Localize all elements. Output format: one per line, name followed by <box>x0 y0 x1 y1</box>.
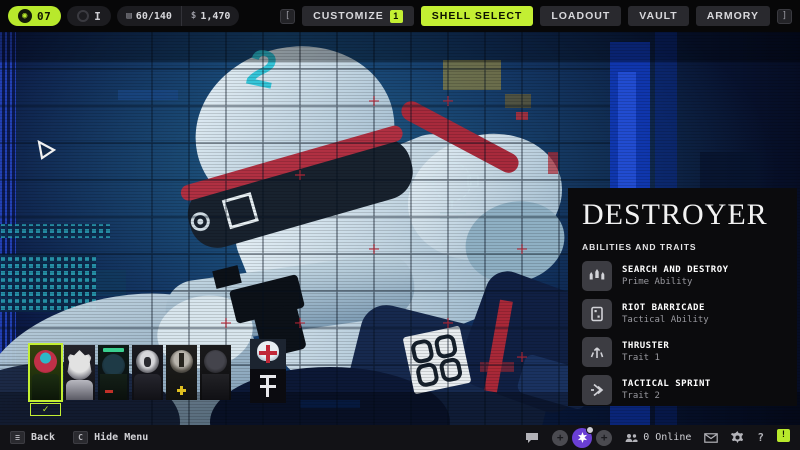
currency-group: ▤ 60/140 $ 1,470 <box>117 6 240 26</box>
hide-menu-label: Hide Menu <box>94 432 149 443</box>
shell-thumbnail-5[interactable] <box>166 345 197 400</box>
help-icon[interactable]: ? <box>757 431 764 444</box>
shell-thumbnail-list <box>28 343 231 402</box>
storage-value: 60/140 <box>135 10 172 22</box>
online-status-text: 0 Online <box>643 432 692 443</box>
credits-stat: $ 1,470 <box>180 6 240 26</box>
ability-row-prime[interactable]: SEARCH AND DESTROY Prime Ability <box>582 261 783 291</box>
bottom-bar: ≡ Back C Hide Menu + + 0 Online ? ! <box>0 425 800 450</box>
shell-thumbnail-2[interactable] <box>64 345 95 400</box>
shell-name-title: DESTROYER <box>582 198 768 231</box>
player-party-avatar[interactable] <box>572 425 595 448</box>
ability-row-trait1[interactable]: THRUSTER Trait 1 <box>582 337 783 367</box>
tab-vault[interactable]: VAULT <box>628 6 689 26</box>
abilities-section-title: ABILITIES AND TRAITS <box>582 242 697 252</box>
shell-thumbnail-4[interactable] <box>132 345 163 400</box>
shell-select-screen: 2 ◉ 07 I ▤ 60/140 $ 1,470 [CUSTOMIZE 1 … <box>0 0 800 450</box>
rank-progress-icon <box>77 10 90 22</box>
chat-icon[interactable] <box>525 432 539 444</box>
barricade-icon <box>582 299 612 329</box>
shell-thumbnail-6[interactable] <box>200 345 231 400</box>
tab-shell-select[interactable]: SHELL SELECT <box>420 6 534 26</box>
ability-name: RIOT BARRICADE <box>622 303 705 313</box>
ability-row-tactical[interactable]: RIOT BARRICADE Tactical Ability <box>582 299 783 329</box>
tab-armory[interactable]: ARMORY <box>695 6 770 26</box>
hide-menu-button[interactable]: C Hide Menu <box>73 431 148 444</box>
tab-vault-label: VAULT <box>639 10 678 22</box>
ability-row-trait2[interactable]: TACTICAL SPRINT Trait 2 <box>582 375 783 405</box>
storage-icon: ▤ <box>126 11 132 21</box>
tab-loadout-label: LOADOUT <box>551 10 611 22</box>
party-widget: + + <box>552 425 613 448</box>
shell-thumbnail-7[interactable] <box>250 339 286 403</box>
ability-type: Trait 2 <box>622 391 660 401</box>
players-icon <box>625 433 638 442</box>
game-logo-icon: ◉ <box>18 9 32 23</box>
party-status-badge <box>586 425 595 434</box>
ability-name: THRUSTER <box>622 341 670 351</box>
hide-menu-key-icon: C <box>73 431 89 444</box>
tab-customize-label: CUSTOMIZE <box>313 10 384 22</box>
credits-icon: $ <box>190 11 197 21</box>
mail-icon[interactable] <box>704 432 719 443</box>
storage-stat: ▤ 60/140 <box>117 6 181 26</box>
back-label: Back <box>31 432 56 443</box>
tab-shell-select-label: SHELL SELECT <box>431 10 523 22</box>
online-counter: 0 Online <box>625 432 691 443</box>
alert-badge[interactable]: ! <box>777 428 790 442</box>
rank-badge[interactable]: I <box>67 6 112 26</box>
tab-armory-label: ARMORY <box>706 10 759 22</box>
ability-name: SEARCH AND DESTROY <box>622 265 729 275</box>
credits-value: 1,470 <box>200 10 231 22</box>
back-key-icon: ≡ <box>10 431 25 444</box>
player-level: 07 <box>37 9 52 23</box>
check-icon: ✓ <box>42 403 49 415</box>
tab-loadout[interactable]: LOADOUT <box>540 6 622 26</box>
mouse-cursor <box>37 140 57 160</box>
party-slot-add-2[interactable]: + <box>596 429 613 446</box>
selected-check: ✓ <box>30 403 61 416</box>
back-button[interactable]: ≡ Back <box>10 431 55 444</box>
top-bar: ◉ 07 I ▤ 60/140 $ 1,470 [ CUSTOMIZE 1 SH… <box>0 0 800 32</box>
shell-info-panel: DESTROYER ABILITIES AND TRAITS SEARCH AN… <box>568 188 797 406</box>
prev-tab-key[interactable]: [ <box>280 8 296 24</box>
player-level-badge[interactable]: ◉ 07 <box>8 6 62 26</box>
sprint-icon <box>582 375 612 405</box>
ability-name: TACTICAL SPRINT <box>622 379 711 389</box>
rank-value: I <box>94 9 102 23</box>
ability-type: Trait 1 <box>622 353 660 363</box>
tab-customize[interactable]: CUSTOMIZE 1 <box>302 6 414 26</box>
next-tab-key[interactable]: ] <box>777 8 792 24</box>
settings-gear-icon[interactable] <box>731 431 744 444</box>
thruster-icon <box>582 337 612 367</box>
shell-thumbnail-destroyer[interactable] <box>28 343 63 402</box>
ability-type: Prime Ability <box>622 277 693 287</box>
ability-type: Tactical Ability <box>622 315 709 325</box>
party-slot-add-1[interactable]: + <box>552 429 569 446</box>
missiles-icon <box>582 261 612 291</box>
shell-thumbnail-3[interactable] <box>98 345 129 400</box>
customize-notification-badge: 1 <box>389 9 403 23</box>
